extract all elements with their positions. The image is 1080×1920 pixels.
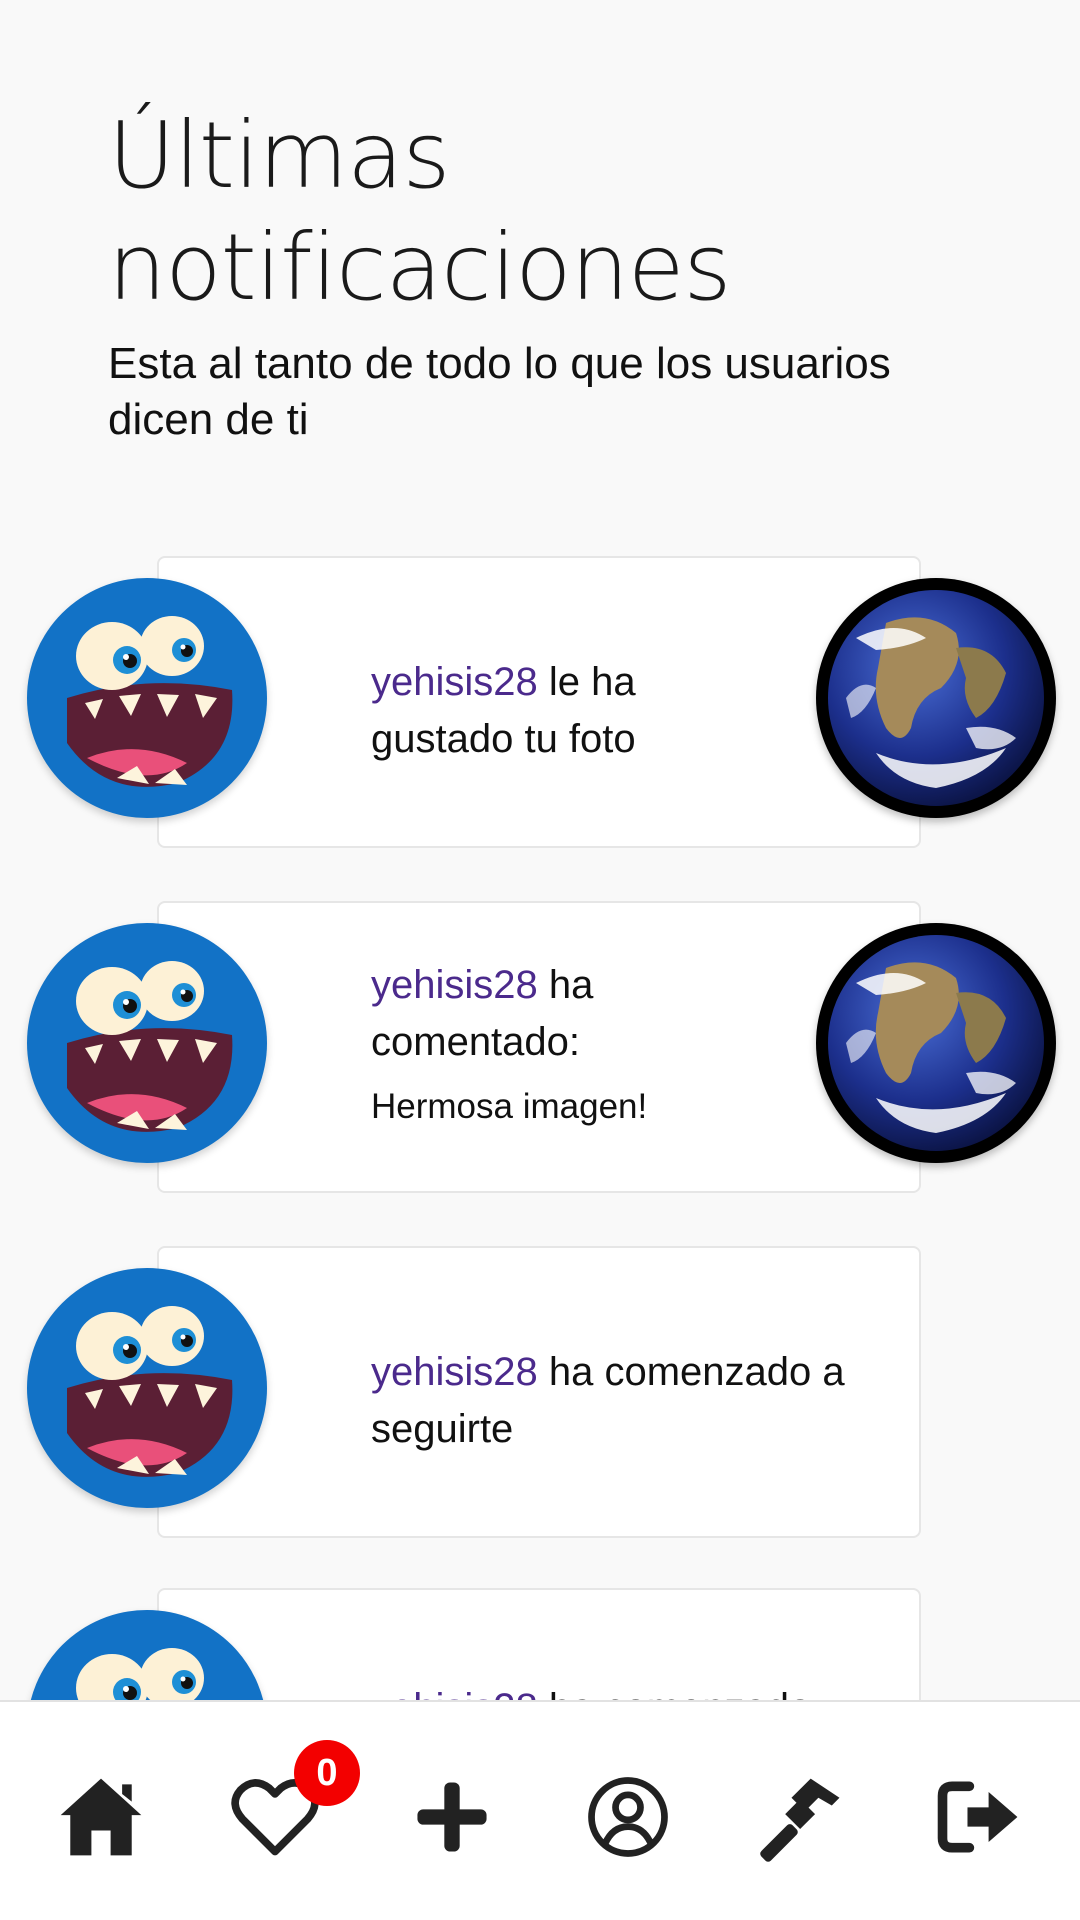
notification-text: yehisis28 ha comenzado — [371, 1680, 911, 1700]
notification-item[interactable]: yehisis28 ha comentado: Hermosa imagen! — [0, 901, 1080, 1197]
monster-avatar-icon[interactable] — [27, 578, 267, 818]
page-title-line2: notificaciones — [108, 214, 731, 321]
home-icon[interactable] — [46, 1762, 156, 1872]
username-link[interactable]: yehisis28 — [371, 1686, 538, 1700]
page-title-line1: Últimas — [108, 102, 450, 209]
notification-count-badge: 0 — [294, 1740, 360, 1806]
username-link[interactable]: yehisis28 — [371, 660, 538, 704]
notification-list[interactable]: yehisis28 le ha gustado tu foto yehisis2… — [0, 556, 1080, 1700]
user-circle-icon[interactable] — [573, 1762, 683, 1872]
page-title: Últimas notificaciones — [108, 100, 988, 324]
username-link[interactable]: yehisis28 — [371, 963, 538, 1007]
notification-text: yehisis28 ha comenzado a seguirte — [371, 1344, 911, 1458]
username-link[interactable]: yehisis28 — [371, 1350, 538, 1394]
earth-photo-icon[interactable] — [816, 923, 1056, 1163]
monster-avatar-icon[interactable] — [27, 923, 267, 1163]
plus-icon[interactable] — [397, 1762, 507, 1872]
notification-text: yehisis28 ha comentado: Hermosa imagen! — [371, 957, 681, 1129]
notification-text: yehisis28 le ha gustado tu foto — [371, 654, 671, 768]
comment-text: Hermosa imagen! — [371, 1087, 648, 1126]
bottom-nav: 0 — [0, 1700, 1080, 1920]
monster-avatar-icon[interactable] — [27, 1268, 267, 1508]
notification-item[interactable]: yehisis28 ha comenzado a seguirte — [0, 1246, 1080, 1542]
page-subtitle: Esta al tanto de todo lo que los usuario… — [108, 339, 891, 444]
earth-photo-icon[interactable] — [816, 578, 1056, 818]
page-header: Últimas notificaciones Esta al tanto de … — [108, 100, 988, 448]
hammer-icon[interactable] — [748, 1762, 858, 1872]
notification-item[interactable]: yehisis28 ha comenzado — [0, 1588, 1080, 1700]
sign-out-icon[interactable] — [924, 1762, 1034, 1872]
notification-action: ha comenzado — [538, 1686, 811, 1700]
notification-item[interactable]: yehisis28 le ha gustado tu foto — [0, 556, 1080, 852]
